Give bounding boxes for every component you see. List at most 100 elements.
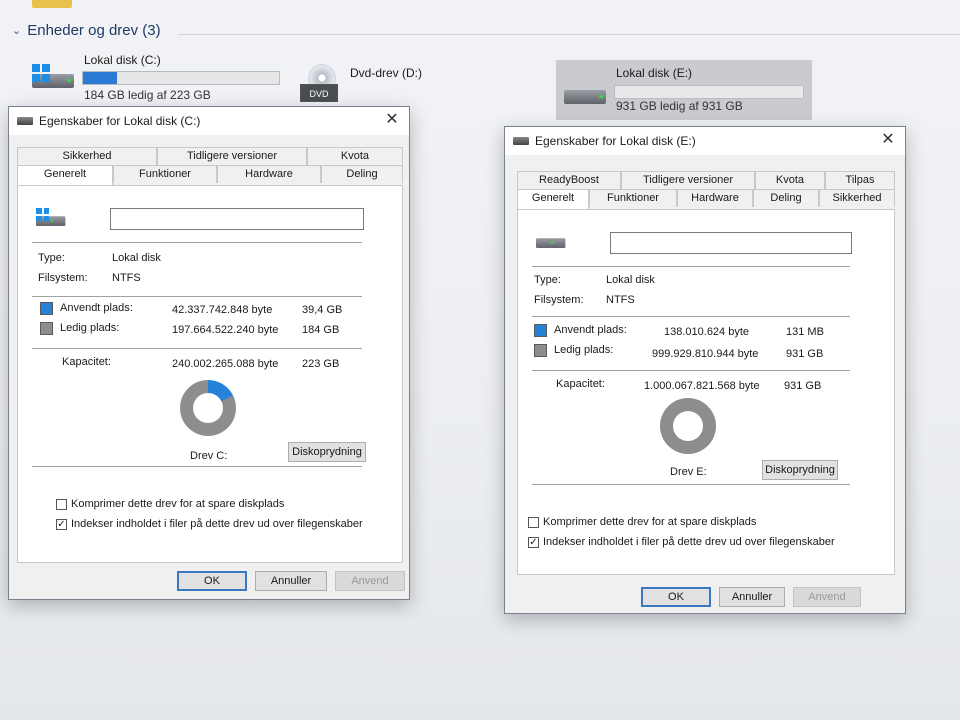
tab-sikkerhed[interactable]: Sikkerhed (819, 189, 895, 207)
free-space-swatch (40, 322, 53, 335)
drive-c-space: 184 GB ledig af 223 GB (84, 88, 211, 102)
capacity-bytes: 1.000.067.821.568 byte (644, 380, 760, 392)
drive-e-usage-bar (614, 85, 804, 99)
divider (178, 34, 960, 35)
tab-row-front: Generelt Funktioner Hardware Deling (17, 165, 403, 185)
windows-logo-icon (32, 64, 50, 82)
drive-icon (17, 117, 33, 125)
tab-kvota[interactable]: Kvota (307, 147, 403, 165)
devices-section-header[interactable]: ⌄ Enheder og drev (3) (12, 22, 161, 39)
hard-drive-icon (536, 234, 566, 248)
used-space-swatch (40, 302, 53, 315)
drive-c-usage-bar (82, 71, 280, 85)
properties-dialog-c: Egenskaber for Lokal disk (C:) ✕ Sikkerh… (8, 106, 410, 600)
close-icon[interactable]: ✕ (879, 131, 897, 149)
disk-cleanup-button[interactable]: Diskoprydning (762, 460, 838, 480)
usage-donut-chart (660, 398, 716, 454)
used-space-size: 131 MB (786, 326, 824, 338)
tab-generelt[interactable]: Generelt (17, 165, 113, 185)
dialog-titlebar[interactable]: Egenskaber for Lokal disk (E:) ✕ (505, 127, 905, 155)
general-panel: Type: Lokal disk Filsystem: NTFS Anvendt… (517, 209, 895, 575)
filesystem-label: Filsystem: (534, 294, 584, 306)
drive-e-tile[interactable]: Lokal disk (E:) 931 GB ledig af 931 GB (556, 60, 812, 120)
tab-tilpas[interactable]: Tilpas (825, 171, 895, 189)
dialog-title: Egenskaber for Lokal disk (E:) (535, 134, 696, 148)
drive-d-name: Dvd-drev (D:) (350, 66, 423, 80)
tab-kvota[interactable]: Kvota (755, 171, 825, 189)
drive-icon (513, 137, 529, 145)
hard-drive-icon (564, 84, 608, 108)
tab-sikkerhed[interactable]: Sikkerhed (17, 147, 157, 165)
index-checkbox-row[interactable]: ✓ Indekser indholdet i filer på dette dr… (528, 536, 835, 548)
tab-deling[interactable]: Deling (321, 165, 403, 183)
tab-deling[interactable]: Deling (753, 189, 819, 207)
cancel-button[interactable]: Annuller (255, 571, 327, 591)
used-space-bytes: 138.010.624 byte (664, 326, 750, 338)
ok-button[interactable]: OK (177, 571, 247, 591)
drive-name-input[interactable] (110, 208, 364, 230)
apply-button[interactable]: Anvend (793, 587, 861, 607)
tab-hardware[interactable]: Hardware (677, 189, 753, 207)
tab-tidligere-versioner[interactable]: Tidligere versioner (621, 171, 755, 189)
free-space-label: Ledig plads: (554, 344, 614, 356)
used-space-swatch (534, 324, 547, 337)
type-label: Type: (38, 252, 65, 264)
tab-funktioner[interactable]: Funktioner (113, 165, 217, 183)
general-panel: Type: Lokal disk Filsystem: NTFS Anvendt… (17, 185, 403, 563)
compress-checkbox[interactable] (528, 516, 539, 528)
tab-funktioner[interactable]: Funktioner (589, 189, 677, 207)
dvd-drive-icon: DVD (300, 64, 340, 102)
windows-logo-icon (36, 208, 49, 221)
tab-generelt[interactable]: Generelt (517, 189, 589, 209)
close-icon[interactable]: ✕ (383, 111, 401, 129)
disk-cleanup-button[interactable]: Diskoprydning (288, 442, 366, 462)
drive-c-name: Lokal disk (C:) (84, 53, 161, 67)
tab-row-front: Generelt Funktioner Hardware Deling Sikk… (517, 189, 895, 209)
used-space-label: Anvendt plads: (60, 302, 133, 314)
tab-hardware[interactable]: Hardware (217, 165, 321, 183)
ok-button[interactable]: OK (641, 587, 711, 607)
free-space-size: 184 GB (302, 324, 340, 336)
used-space-label: Anvendt plads: (554, 324, 627, 336)
divider (532, 484, 850, 485)
folder-icon (32, 0, 72, 8)
divider (32, 466, 362, 467)
free-space-label: Ledig plads: (60, 322, 120, 334)
tab-tidligere-versioner[interactable]: Tidligere versioner (157, 147, 307, 165)
divider (532, 370, 850, 371)
filesystem-value: NTFS (606, 294, 635, 306)
free-space-size: 931 GB (786, 348, 824, 360)
usage-donut-chart (180, 380, 236, 436)
dialog-titlebar[interactable]: Egenskaber for Lokal disk (C:) ✕ (9, 107, 409, 135)
drive-c-usage-fill (83, 72, 118, 84)
index-checkbox[interactable]: ✓ (56, 518, 67, 530)
tab-readyboost[interactable]: ReadyBoost (517, 171, 621, 189)
cancel-button[interactable]: Annuller (719, 587, 785, 607)
section-title: Enheder og drev (3) (27, 22, 161, 39)
index-checkbox-row[interactable]: ✓ Indekser indholdet i filer på dette dr… (56, 518, 363, 530)
capacity-size: 931 GB (784, 380, 822, 392)
filesystem-label: Filsystem: (38, 272, 88, 284)
capacity-label: Kapacitet: (62, 356, 111, 368)
drive-name-input[interactable] (610, 232, 852, 254)
drive-c-tile[interactable]: Lokal disk (C:) 184 GB ledig af 223 GB (30, 52, 290, 104)
compress-checkbox-row[interactable]: Komprimer dette drev for at spare diskpl… (528, 516, 756, 528)
divider (32, 242, 362, 243)
free-space-swatch (534, 344, 547, 357)
properties-dialog-e: Egenskaber for Lokal disk (E:) ✕ ReadyBo… (504, 126, 906, 614)
type-value: Lokal disk (606, 274, 655, 286)
used-space-size: 39,4 GB (302, 304, 343, 316)
tab-row-back: Sikkerhed Tidligere versioner Kvota (17, 147, 403, 165)
drive-e-name: Lokal disk (E:) (616, 66, 693, 80)
capacity-bytes: 240.002.265.088 byte (172, 358, 279, 370)
used-space-bytes: 42.337.742.848 byte (172, 304, 273, 316)
compress-label: Komprimer dette drev for at spare diskpl… (543, 516, 757, 528)
compress-checkbox-row[interactable]: Komprimer dette drev for at spare diskpl… (56, 498, 284, 510)
apply-button[interactable]: Anvend (335, 571, 405, 591)
drive-d-tile[interactable]: DVD Dvd-drev (D:) (298, 62, 498, 106)
compress-checkbox[interactable] (56, 498, 67, 510)
dialog-title: Egenskaber for Lokal disk (C:) (39, 114, 201, 128)
filesystem-value: NTFS (112, 272, 141, 284)
index-checkbox[interactable]: ✓ (528, 536, 539, 548)
divider (532, 266, 850, 267)
